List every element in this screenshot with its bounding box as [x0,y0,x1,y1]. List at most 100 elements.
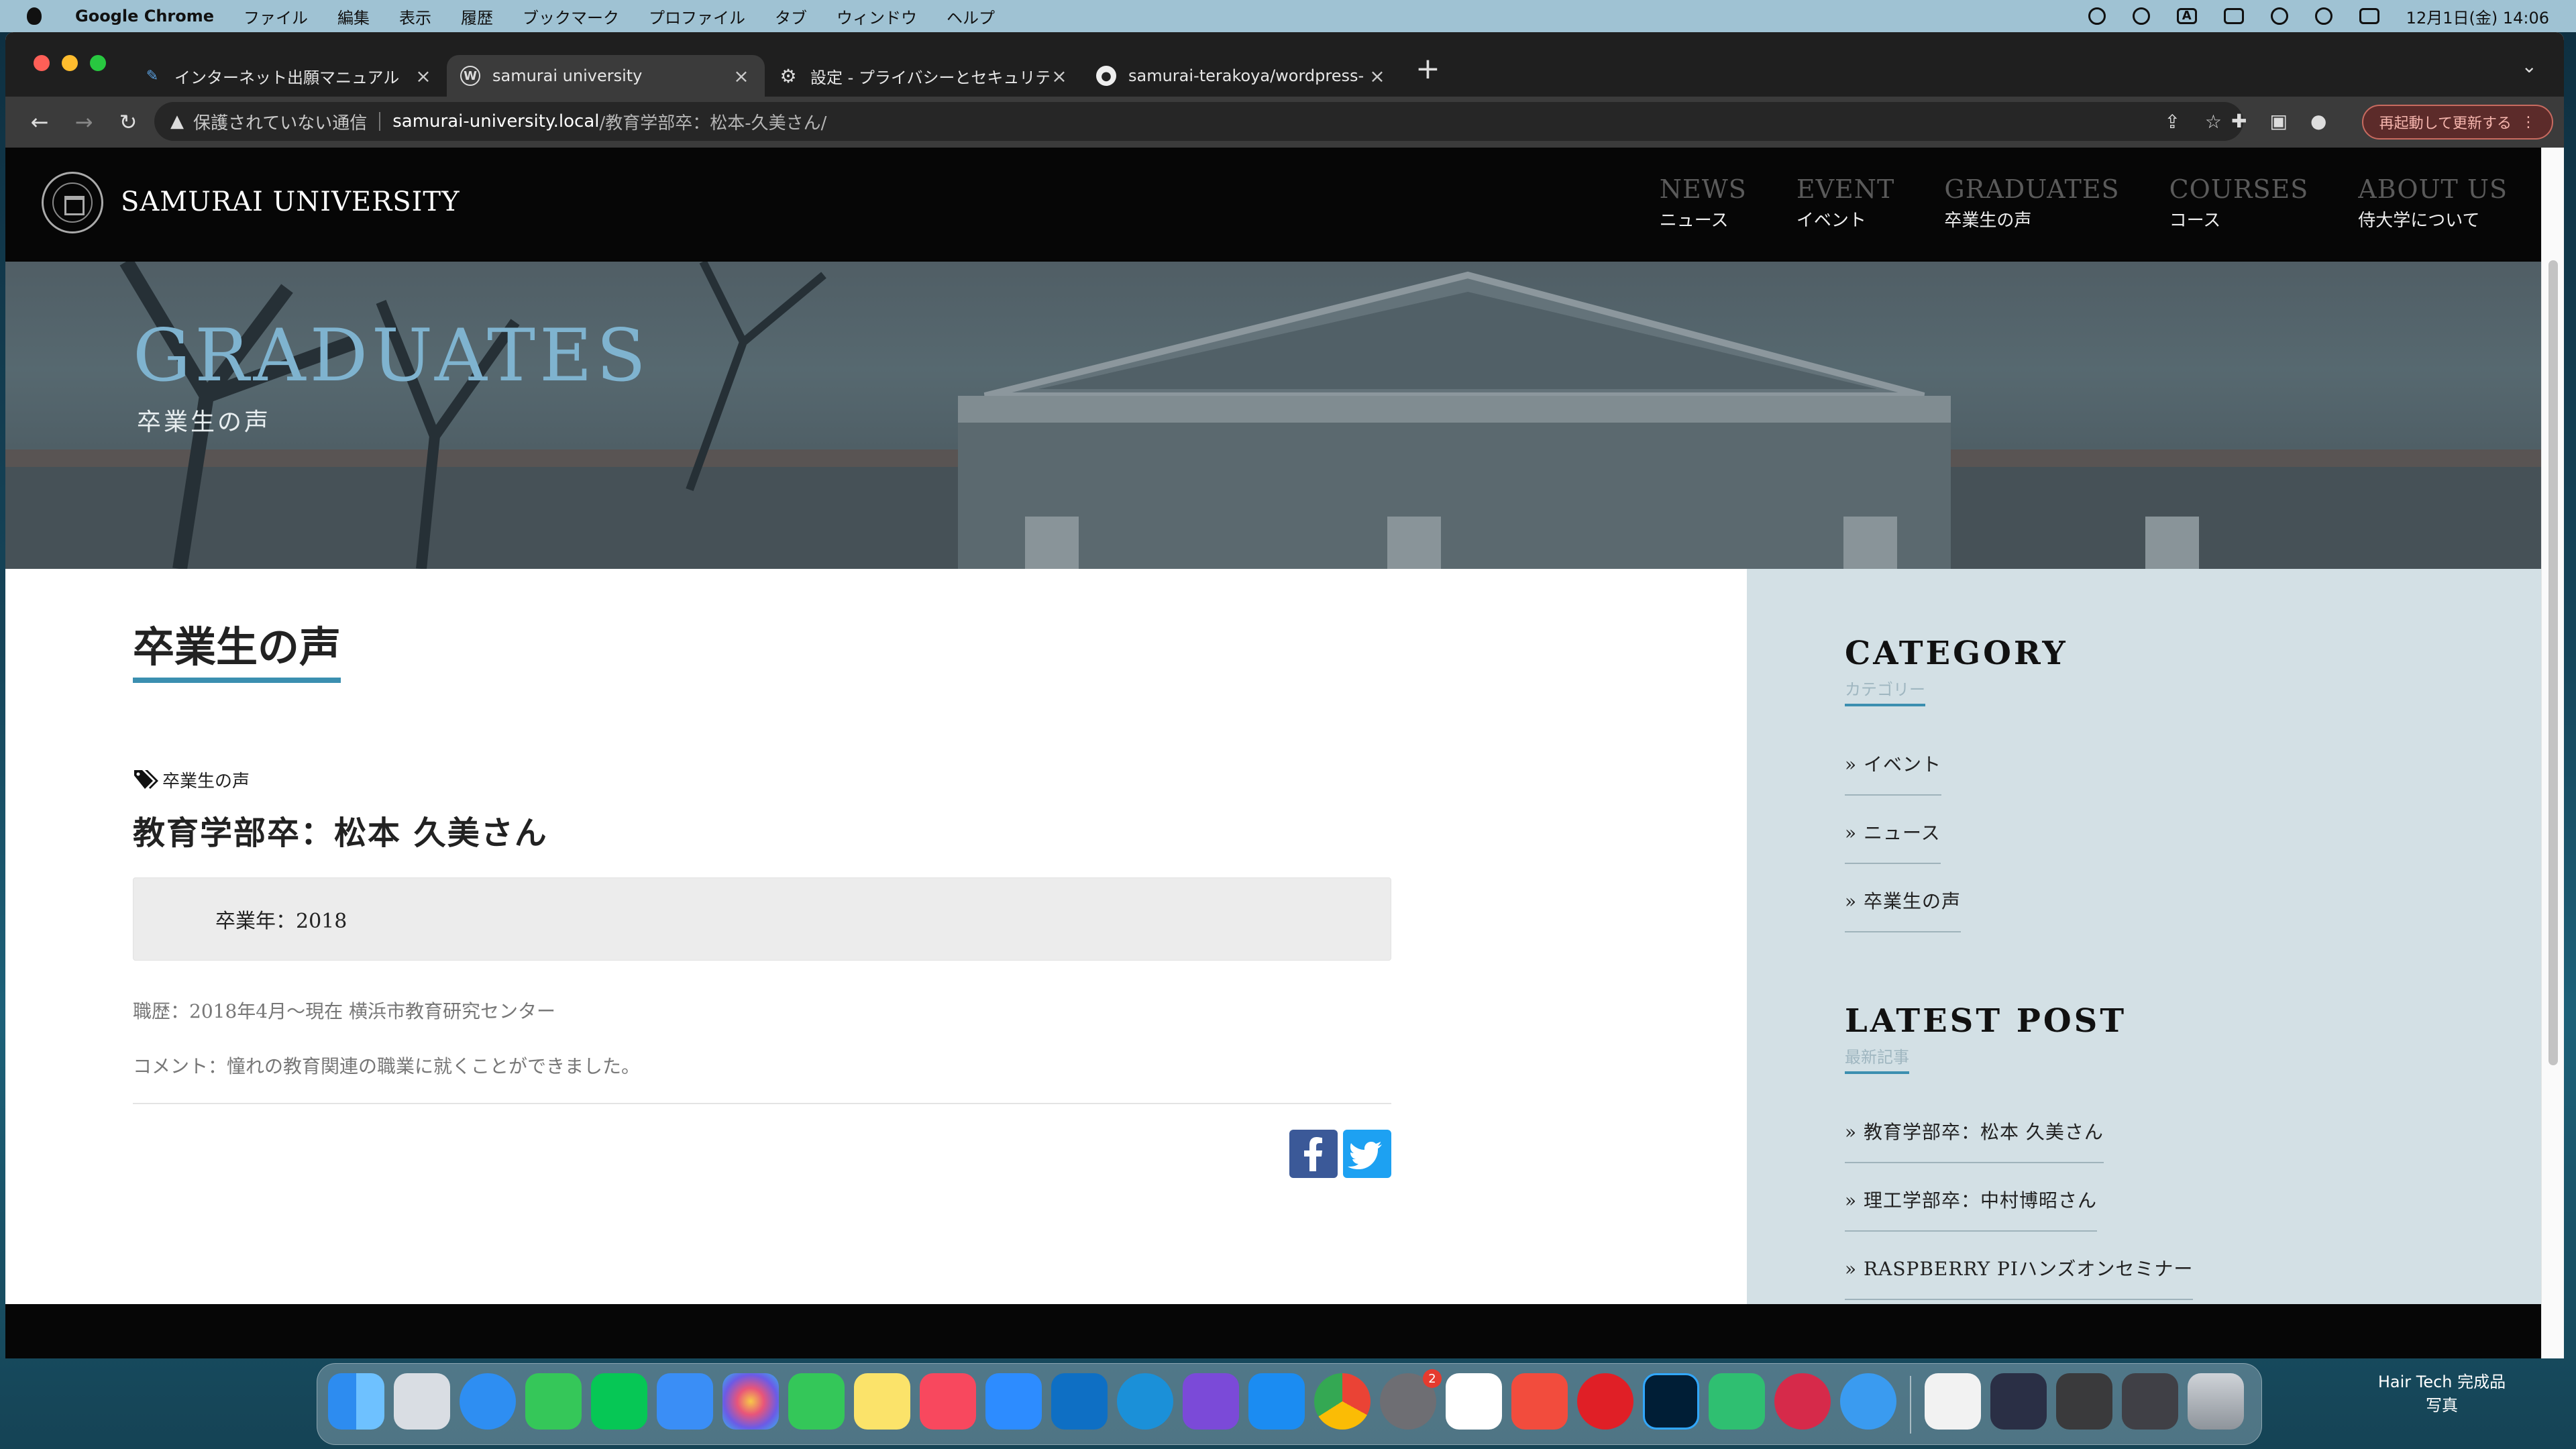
tab-search-chevron-icon[interactable]: ⌄ [2522,55,2537,77]
zoom-window-button[interactable] [90,55,106,71]
music-icon[interactable] [920,1373,976,1430]
menu-help[interactable]: ヘルプ [947,5,995,28]
edge-icon[interactable] [1117,1373,1173,1430]
share-icon[interactable]: ⇪ [2165,111,2180,133]
battery-icon[interactable] [2223,8,2244,24]
trash-icon[interactable] [2188,1373,2244,1430]
more-menu-icon[interactable]: ⋮ [2521,114,2536,131]
menu-tab[interactable]: タブ [775,5,807,28]
close-tab-icon[interactable]: × [731,65,751,87]
mail-icon[interactable] [657,1373,713,1430]
foxit-icon[interactable] [1511,1373,1568,1430]
wifi-icon[interactable] [2270,7,2288,25]
latest-post-link[interactable]: » 教育学部卒：松本 久美さん [1845,1118,2104,1163]
apple-icon[interactable] [27,7,42,25]
html-file-icon[interactable] [1925,1373,1981,1430]
extensions-puzzle-icon[interactable]: ✚ [2231,110,2247,132]
zoom-icon[interactable] [985,1373,1042,1430]
global-nav: NEWS ニュース EVENT イベント GRADUATES 卒業生の声 COU… [1660,174,2508,231]
menubar-app-name[interactable]: Google Chrome [75,7,214,25]
restart-to-update-button[interactable]: 再起動して更新する ⋮ [2361,105,2553,140]
sidebar-link-graduates[interactable]: » 卒業生の声 [1845,887,1962,932]
safari-icon[interactable] [460,1373,516,1430]
reload-icon[interactable]: ↻ [106,109,150,135]
nav-news[interactable]: NEWS ニュース [1660,174,1747,231]
profile-avatar-icon[interactable]: ● [2310,110,2326,132]
page-scrollbar[interactable] [2541,148,2564,1358]
slack-icon[interactable] [1446,1373,1502,1430]
chrome-icon[interactable] [1314,1373,1371,1430]
menu-edit[interactable]: 編集 [337,5,370,28]
scrollbar-thumb[interactable] [2548,260,2558,1065]
menu-profiles[interactable]: プロファイル [649,5,745,28]
close-tab-icon[interactable]: × [413,65,433,87]
new-tab-button[interactable]: + [1415,48,1440,90]
app-store-icon[interactable] [1248,1373,1305,1430]
menu-history[interactable]: 履歴 [461,5,493,28]
tab-github-repo[interactable]: ● samurai-terakoya/wordpress- × [1083,55,1401,97]
stack-folder-icon[interactable] [1990,1373,2047,1430]
facetime-icon[interactable] [788,1373,845,1430]
menubar-clock[interactable]: 12月1日(金) 14:06 [2406,5,2549,28]
sidebar-link-news[interactable]: » ニュース [1845,818,1941,864]
bookmark-star-icon[interactable]: ☆ [2205,111,2222,133]
forward-arrow-icon[interactable]: → [62,109,106,135]
latest-post-link-label: RASPBERRY PIハンズオンセミナー [1864,1258,2194,1280]
downloads-stack-icon[interactable] [2122,1373,2178,1430]
app-downloader-icon[interactable] [1840,1373,1896,1430]
messages-icon[interactable] [525,1373,582,1430]
latest-post-link[interactable]: » RASPBERRY PIハンズオンセミナー [1845,1254,2194,1300]
input-source-indicator[interactable]: A [2176,8,2197,24]
menu-window[interactable]: ウィンドウ [837,5,917,28]
tab-samurai-university[interactable]: W samurai university × [447,55,765,97]
twitter-share-button[interactable] [1343,1130,1391,1178]
sidebar-link-event[interactable]: » イベント [1845,750,1942,796]
url-host[interactable]: samurai-university.local [392,111,599,131]
nav-about-us[interactable]: ABOUT US 侍大学について [2358,174,2508,231]
latest-post-link[interactable]: » 理工学部卒：中村博昭さん [1845,1186,2098,1232]
dock-separator [1910,1376,1911,1434]
spotlight-search-icon[interactable] [2314,7,2332,25]
nav-label-en: COURSES [2169,174,2309,204]
security-status-text[interactable]: 保護されていない通信 [193,109,367,134]
control-center-icon[interactable] [2359,8,2379,24]
site-name[interactable]: SAMURAI UNIVERSITY [121,186,460,217]
desktop-file-label[interactable]: Hair Tech 完成品 写真 [2368,1368,2516,1415]
airdrop-icon[interactable] [2132,7,2150,25]
university-logo[interactable] [42,172,103,233]
github-desktop-icon[interactable] [1183,1373,1239,1430]
finder-icon[interactable] [328,1373,384,1430]
menu-bookmarks[interactable]: ブックマーク [523,5,619,28]
close-window-button[interactable] [34,55,50,71]
restart-button-label: 再起動して更新する [2379,115,2512,132]
category-tag[interactable]: 卒業生の声 [133,767,250,792]
warning-triangle-icon[interactable]: ▲ [170,111,184,131]
tab-application-manual[interactable]: ✎ インターネット出願マニュアル × [129,55,447,97]
url-path[interactable]: /教育学部卒：松本-久美さん/ [600,109,827,134]
menu-file[interactable]: ファイル [244,5,308,28]
minimize-window-button[interactable] [62,55,78,71]
menu-view[interactable]: 表示 [399,5,431,28]
chatgpt-icon[interactable] [1709,1373,1765,1430]
nav-graduates[interactable]: GRADUATES 卒業生の声 [1944,174,2119,231]
close-tab-icon[interactable]: × [1367,65,1387,87]
tab-settings-privacy[interactable]: ⚙ 設定 - プライバシーとセキュリテ × [765,55,1083,97]
facebook-share-button[interactable] [1289,1130,1338,1178]
launchpad-icon[interactable] [394,1373,450,1430]
screenshot-stack-icon[interactable] [2056,1373,2112,1430]
notes-icon[interactable] [854,1373,910,1430]
photos-icon[interactable] [722,1373,779,1430]
back-arrow-icon[interactable]: ← [17,109,62,135]
nav-courses[interactable]: COURSES コース [2169,174,2309,231]
vscode-icon[interactable] [1051,1373,1108,1430]
side-panel-icon[interactable]: ▣ [2269,110,2287,132]
line-icon[interactable] [591,1373,647,1430]
acrobat-icon[interactable] [1577,1373,1633,1430]
close-tab-icon[interactable]: × [1049,65,1069,87]
tab-title: 設定 - プライバシーとセキュリテ [810,68,1049,87]
nav-event[interactable]: EVENT イベント [1796,174,1895,231]
creative-cloud-icon[interactable] [2088,7,2106,25]
kiss-app-icon[interactable] [1774,1373,1831,1430]
photoshop-icon[interactable] [1643,1373,1699,1430]
address-bar[interactable]: ▲ 保護されていない通信 samurai-university.local /教… [154,102,2243,141]
